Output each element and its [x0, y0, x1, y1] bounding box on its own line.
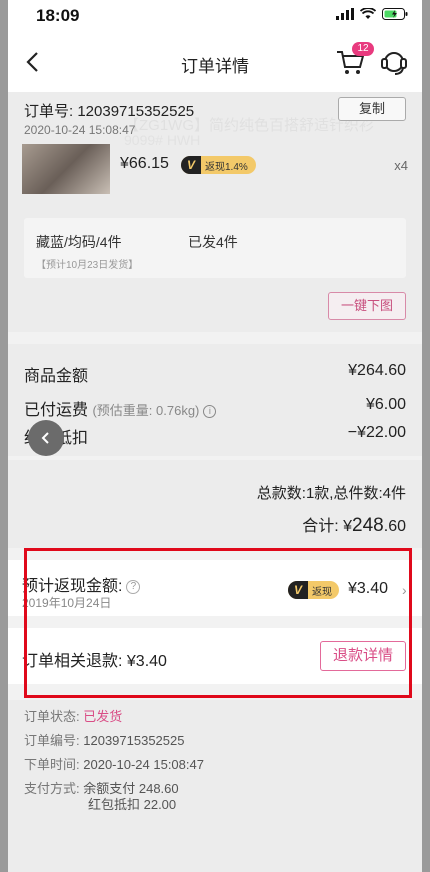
product-sku-ghost: 9099# HWH: [124, 132, 201, 148]
goods-amount-row: 商品金额 ¥264.60: [24, 362, 406, 386]
refund-details-button[interactable]: 退款详情: [320, 641, 406, 671]
rebate-badge: V 返现: [288, 581, 339, 599]
order-detail-sheet: 18:09 订单详情 12 【ZG1WG】简约纯色百搭舒适针织衫 9099# H…: [8, 0, 422, 872]
vip-v-icon: V: [288, 581, 308, 599]
customer-service-button[interactable]: [378, 46, 410, 78]
product-quantity: x4: [394, 158, 408, 173]
rebate-label: 预计返现金额:: [22, 578, 123, 595]
rebate-rate-label: 返现1.4%: [205, 161, 248, 173]
rebate-date: 2019年10月24日: [22, 596, 112, 610]
download-images-button[interactable]: 一键下图: [328, 292, 406, 320]
order-number: 订单号: 12039715352525: [24, 103, 195, 120]
headset-icon: [381, 52, 407, 75]
spec-variant: 藏蓝/均码/4件: [36, 234, 122, 250]
product-price: ¥66.15: [120, 155, 169, 172]
copy-button[interactable]: 复制: [338, 97, 406, 121]
info-time-row: 下单时间: 2020-10-24 15:08:47: [24, 754, 204, 773]
info-pay-row-2: 红包抵扣 22.00: [88, 794, 176, 813]
redpacket-value: −¥22.00: [347, 424, 406, 441]
freight-weight: (预估重量: 0.76kg): [92, 403, 200, 418]
totals-section: 总款数:1款,总件数:4件 合计: ¥248.60: [8, 460, 422, 548]
info-time-value: 2020-10-24 15:08:47: [83, 757, 204, 772]
product-thumbnail[interactable]: [22, 144, 110, 194]
info-number-row: 订单编号: 12039715352525: [24, 730, 184, 749]
status-bar: 18:09: [8, 0, 422, 32]
info-time-key: 下单时间:: [24, 757, 80, 772]
status-time: 18:09: [36, 6, 80, 25]
info-status-key: 订单状态:: [24, 709, 80, 724]
total-sum-integer: 248: [352, 515, 384, 536]
freight-label: 已付运费: [24, 402, 89, 419]
info-icon[interactable]: i: [203, 405, 217, 418]
info-pay-key: 支付方式:: [24, 781, 80, 796]
chevron-left-icon: [41, 432, 49, 444]
freight-value: ¥6.00: [365, 396, 406, 413]
rebate-amount: ¥3.40: [348, 580, 389, 597]
rebate-row[interactable]: 预计返现金额:? 2019年10月24日 V 返现 ¥3.40 ›: [8, 560, 422, 616]
total-count: 总款数:1款,总件数:4件: [256, 485, 406, 502]
floating-button[interactable]: [28, 420, 64, 456]
spec-shipped: 已发4件: [188, 234, 238, 250]
refund-row: 订单相关退款: ¥3.40 退款详情: [8, 628, 422, 684]
chevron-right-icon: ›: [402, 582, 407, 598]
order-time: 2020-10-24 15:08:47: [24, 123, 136, 137]
goods-amount-value: ¥264.60: [348, 362, 406, 379]
cart-count-badge: 12: [352, 42, 374, 56]
rebate-label-wrap: 预计返现金额:?: [22, 572, 141, 596]
info-status-value: 已发货: [83, 709, 123, 724]
ship-hint: 【预计10月23日发货】: [36, 260, 139, 271]
total-sum-decimal: .60: [383, 518, 406, 535]
order-card: 【ZG1WG】简约纯色百搭舒适针织衫 9099# HWH 订单号: 120397…: [8, 92, 422, 332]
total-sum-label: 合计: ¥: [302, 518, 353, 535]
rebate-rate-badge: V 返现1.4%: [181, 156, 256, 174]
info-number-key: 订单编号:: [24, 733, 80, 748]
wifi-icon: [360, 8, 376, 19]
status-icons: [336, 8, 408, 20]
info-pay-line2: 红包抵扣 22.00: [88, 797, 177, 812]
battery-icon: [382, 8, 408, 20]
redpacket-row: 红包抵扣 −¥22.00: [24, 424, 406, 448]
order-info: 订单状态: 已发货 订单编号: 12039715352525 下单时间: 202…: [8, 700, 422, 872]
signal-icon: [336, 8, 354, 20]
rebate-badge-label: 返现: [312, 586, 332, 598]
info-status-row: 订单状态: 已发货: [24, 706, 122, 725]
nav-bar: 订单详情 12: [8, 32, 422, 92]
question-icon[interactable]: ?: [126, 580, 141, 594]
info-number-value: 12039715352525: [83, 733, 185, 748]
freight-row: 已付运费 (预估重量: 0.76kg) i ¥6.00: [24, 396, 406, 420]
amount-breakdown: 商品金额 ¥264.60 已付运费 (预估重量: 0.76kg) i ¥6.00 …: [8, 344, 422, 456]
spec-box: 藏蓝/均码/4件 已发4件 【预计10月23日发货】: [24, 218, 406, 278]
total-sum: 合计: ¥248.60: [302, 512, 406, 537]
goods-amount-label: 商品金额: [24, 368, 89, 385]
vip-v-icon: V: [181, 156, 201, 174]
refund-label: 订单相关退款: ¥3.40: [22, 653, 167, 670]
